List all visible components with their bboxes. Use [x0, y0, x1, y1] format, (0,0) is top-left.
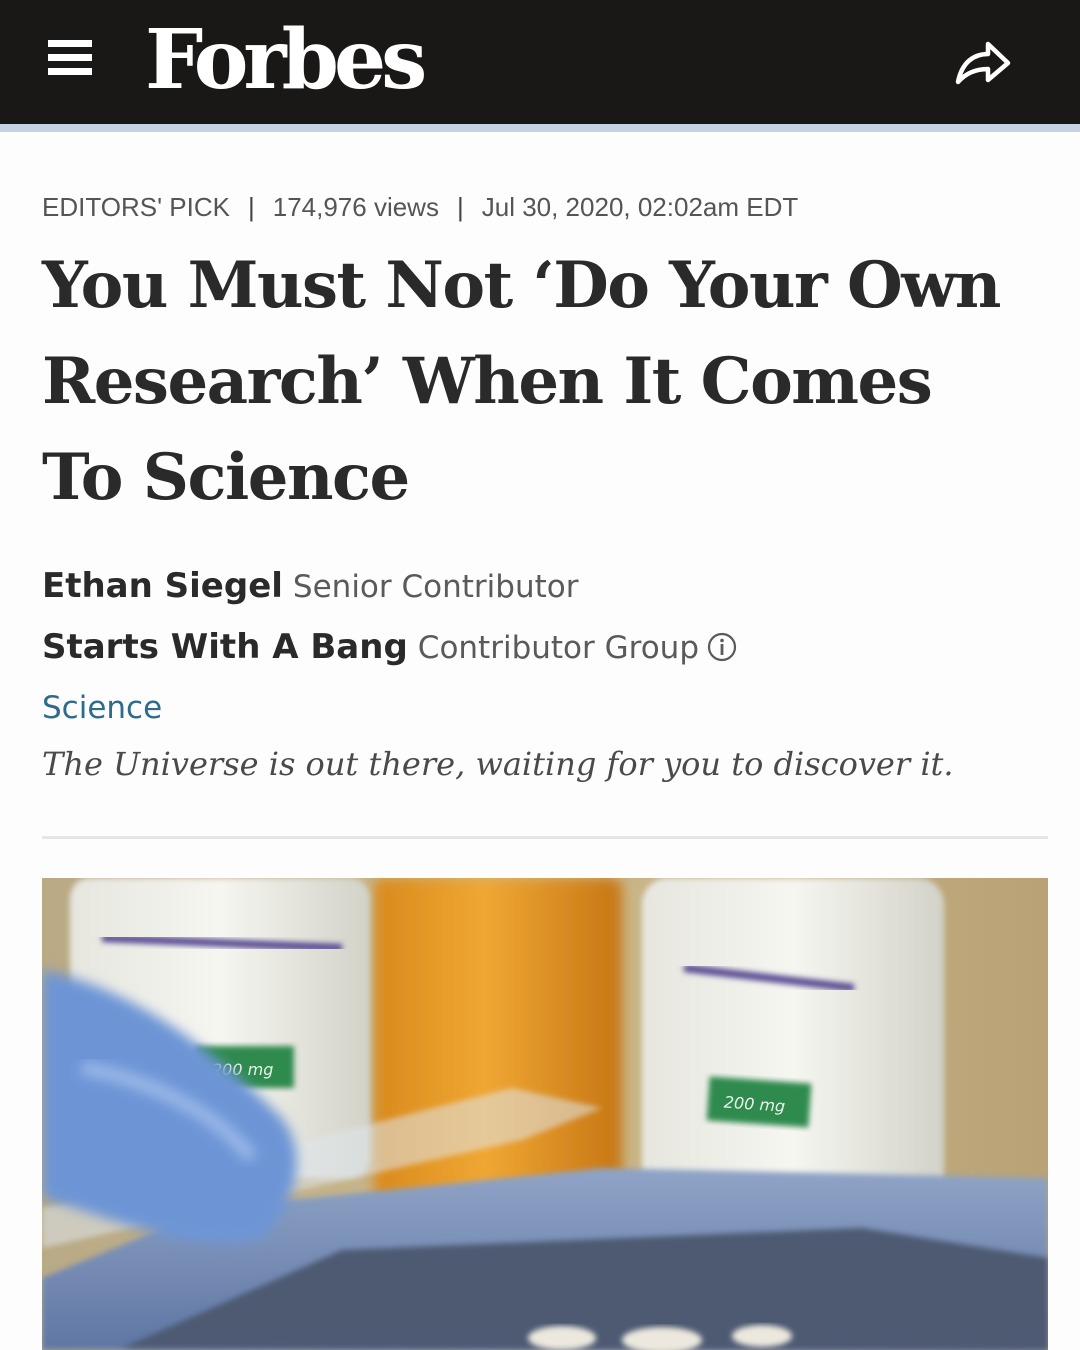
channel-link-science[interactable]: Science — [42, 690, 162, 726]
publish-date: Jul 30, 2020, 02:02am EDT — [481, 192, 799, 222]
forbes-logo[interactable]: Forbes — [145, 10, 427, 110]
header-accent-strip — [0, 124, 1080, 132]
contributor-tagline: The Universe is out there, waiting for y… — [42, 745, 954, 783]
meta-separator: | — [247, 192, 255, 222]
info-circle-icon[interactable] — [707, 632, 737, 662]
group-name[interactable]: Starts With A Bang — [42, 627, 408, 667]
group-role: Contributor Group — [417, 630, 699, 666]
article-title: You Must Not ‘Do Your Own Research’ When… — [42, 248, 1001, 515]
meta-separator: | — [456, 192, 464, 222]
author-byline: Ethan Siegel Senior Contributor — [42, 566, 578, 606]
author-name[interactable]: Ethan Siegel — [42, 566, 283, 606]
article-meta: EDITORS' PICK | 174,976 views | Jul 30, 2020… — [42, 192, 798, 223]
view-count: 174,976 views — [272, 192, 439, 222]
group-byline: Starts With A Bang Contributor Group — [42, 627, 737, 667]
editors-pick-badge[interactable]: EDITORS' PICK — [42, 192, 230, 222]
hero-image[interactable]: 200 mg 200 mg — [42, 878, 1048, 1350]
hero-photo-pill-bottles: 200 mg 200 mg — [42, 878, 1048, 1350]
top-navigation-bar: Forbes — [0, 0, 1080, 124]
share-arrow-icon[interactable] — [952, 36, 1014, 90]
author-role: Senior Contributor — [292, 569, 579, 605]
hamburger-menu-icon[interactable] — [48, 40, 92, 78]
section-divider — [42, 836, 1048, 839]
